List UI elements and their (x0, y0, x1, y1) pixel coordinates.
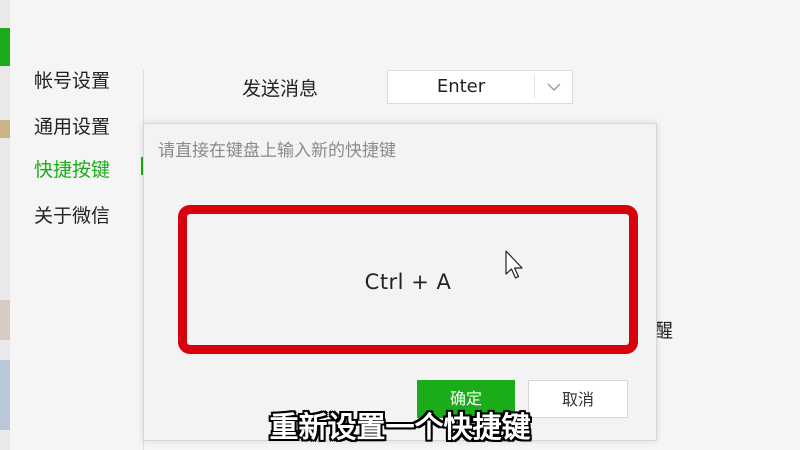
key-combo-display: Ctrl + A (178, 205, 638, 354)
dropdown-value: Enter (436, 76, 486, 97)
sidebar-item-account[interactable]: 帐号设置 (34, 66, 110, 93)
background-strip-accent (0, 28, 10, 66)
chevron-down-icon[interactable] (535, 71, 572, 103)
mouse-cursor-icon (505, 250, 525, 284)
video-caption: 重新设置一个快捷键 (269, 410, 531, 444)
shortcut-label-send-message: 发送消息 (242, 78, 319, 100)
dialog-hint: 请直接在键盘上输入新的快捷键 (158, 141, 396, 161)
background-strip-thumb (0, 120, 10, 138)
sidebar-item-shortcuts[interactable]: 快捷按键 (34, 155, 110, 182)
send-message-shortcut-dropdown[interactable]: Enter (387, 70, 573, 104)
background-strip-thumb (0, 300, 10, 340)
sidebar-item-general[interactable]: 通用设置 (34, 112, 110, 139)
key-combo-text: Ctrl + A (364, 270, 452, 294)
background-app-strip (0, 0, 10, 450)
shortcut-input-dialog: 请直接在键盘上输入新的快捷键 Ctrl + A 确定 取消 (143, 123, 657, 441)
sidebar-item-about[interactable]: 关于微信 (34, 201, 110, 228)
